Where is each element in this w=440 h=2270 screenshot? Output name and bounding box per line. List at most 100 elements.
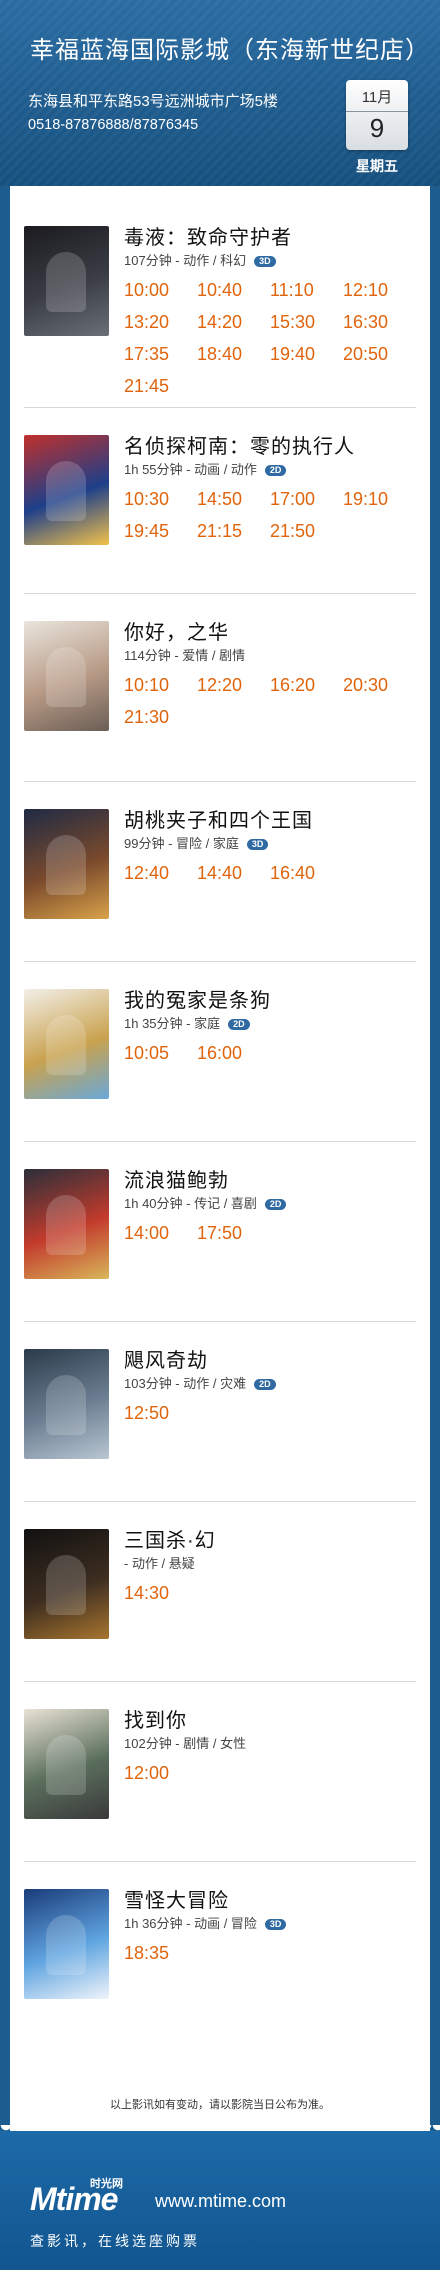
- poster-figure: [46, 461, 86, 521]
- movie-poster[interactable]: [24, 989, 109, 1099]
- footer-scallop-edge: [0, 2125, 440, 2137]
- showtime-link[interactable]: 18:35: [124, 1942, 197, 1964]
- showtime-link[interactable]: 14:50: [197, 488, 270, 510]
- showtime-link[interactable]: 20:50: [343, 343, 416, 365]
- poster-figure: [46, 1375, 86, 1435]
- movie-info: 我的冤家是条狗 1h 35分钟 - 家庭 2D 10:05 16:00: [124, 989, 416, 1064]
- showtime-link[interactable]: 14:40: [197, 862, 270, 884]
- movie-divider: [24, 407, 416, 408]
- movie-info: 雪怪大冒险 1h 36分钟 - 动画 / 冒险 3D 18:35: [124, 1889, 416, 1964]
- showtime-link[interactable]: 21:30: [124, 706, 197, 728]
- movie-duration-genre: 99分钟 - 冒险 / 家庭: [124, 836, 239, 851]
- showtime-link[interactable]: 10:00: [124, 279, 197, 301]
- movie-poster[interactable]: [24, 621, 109, 731]
- calendar-month: 11月: [361, 89, 393, 106]
- format-badge: 2D: [254, 1378, 276, 1390]
- movie-info: 找到你 102分钟 - 剧情 / 女性 12:00: [124, 1709, 416, 1784]
- showtime-link[interactable]: 16:20: [270, 674, 343, 696]
- cinema-address: 东海县和平东路53号远洲城市广场5楼: [28, 93, 279, 110]
- movie-info: 胡桃夹子和四个王国 99分钟 - 冒险 / 家庭 3D 12:40 14:40 16:40: [124, 809, 416, 884]
- movie-poster[interactable]: [24, 226, 109, 336]
- showtime-link[interactable]: 19:10: [343, 488, 416, 510]
- movie-poster[interactable]: [24, 1169, 109, 1279]
- movie-title[interactable]: 找到你: [124, 1709, 416, 1733]
- movie-poster[interactable]: [24, 1529, 109, 1639]
- movie-title[interactable]: 雪怪大冒险: [124, 1889, 416, 1913]
- movie-duration-genre: 102分钟 - 剧情 / 女性: [124, 1736, 247, 1751]
- movie-divider: [24, 1321, 416, 1322]
- showtime-link[interactable]: 12:00: [124, 1762, 197, 1784]
- poster-figure: [46, 1015, 86, 1075]
- showtime-link[interactable]: 10:30: [124, 488, 197, 510]
- showtime-grid: 12:00: [124, 1762, 416, 1784]
- site-url-link[interactable]: www.mtime.com: [155, 2191, 286, 2212]
- showtime-link[interactable]: 16:00: [197, 1042, 270, 1064]
- movie-divider: [24, 1141, 416, 1142]
- showtime-link[interactable]: 16:30: [343, 311, 416, 333]
- movie-title[interactable]: 流浪猫鲍勃: [124, 1169, 416, 1193]
- showtime-link[interactable]: 15:30: [270, 311, 343, 333]
- format-badge: 3D: [254, 255, 276, 267]
- poster-figure: [46, 1195, 86, 1255]
- showtime-link[interactable]: 14:30: [124, 1582, 197, 1604]
- format-badge: 3D: [246, 838, 269, 850]
- movie-divider: [24, 1501, 416, 1502]
- movie-title[interactable]: 飓风奇劫: [124, 1349, 416, 1373]
- movie-meta: 114分钟 - 爱情 / 剧情: [124, 648, 416, 664]
- movie-meta: 1h 55分钟 - 动画 / 动作 2D: [124, 462, 416, 478]
- movie-poster[interactable]: [24, 435, 109, 545]
- showtime-link[interactable]: 19:40: [270, 343, 343, 365]
- format-badge: 3D: [264, 1918, 287, 1930]
- showtime-link[interactable]: 21:45: [124, 375, 197, 397]
- showtime-link[interactable]: 19:45: [124, 520, 197, 542]
- movie-title[interactable]: 胡桃夹子和四个王国: [124, 809, 416, 833]
- movie-poster[interactable]: [24, 1889, 109, 1999]
- showtime-link[interactable]: 12:20: [197, 674, 270, 696]
- showtime-link[interactable]: 16:40: [270, 862, 343, 884]
- movie-duration-genre: 1h 36分钟 - 动画 / 冒险: [124, 1916, 257, 1931]
- movie-title[interactable]: 我的冤家是条狗: [124, 989, 416, 1013]
- showtime-grid: 14:30: [124, 1582, 416, 1604]
- movie-duration-genre: 1h 35分钟 - 家庭: [124, 1016, 221, 1031]
- showtime-link[interactable]: 20:30: [343, 674, 416, 696]
- movie-poster[interactable]: [24, 809, 109, 919]
- movie-title[interactable]: 毒液：致命守护者: [124, 226, 416, 250]
- cinema-phone: 0518-87876888/87876345: [28, 117, 199, 133]
- showtime-link[interactable]: 21:50: [270, 520, 343, 542]
- poster-figure: [46, 835, 86, 895]
- showtime-link[interactable]: 18:40: [197, 343, 270, 365]
- movie-title[interactable]: 三国杀·幻: [124, 1529, 416, 1553]
- movie-title[interactable]: 你好，之华: [124, 621, 416, 645]
- showtime-link[interactable]: 10:40: [197, 279, 270, 301]
- poster-figure: [46, 1555, 86, 1615]
- showtime-link[interactable]: 12:10: [343, 279, 416, 301]
- schedule-notice: 以上影讯如有变动，请以影院当日公布为准。: [110, 2099, 330, 2111]
- movie-poster[interactable]: [24, 1349, 109, 1459]
- movie-divider: [24, 1681, 416, 1682]
- showtime-link[interactable]: 11:10: [270, 279, 343, 301]
- movie-meta: 1h 36分钟 - 动画 / 冒险 3D: [124, 1916, 416, 1932]
- cinema-name: 幸福蓝海国际影城（东海新世纪店）: [30, 37, 430, 64]
- movie-meta: 103分钟 - 动作 / 灾难 2D: [124, 1376, 416, 1392]
- mtime-logo-cn: 时光网: [90, 2178, 123, 2190]
- showtime-grid: 18:35: [124, 1942, 416, 1964]
- showtime-link[interactable]: 14:20: [197, 311, 270, 333]
- showtime-link[interactable]: 13:20: [124, 311, 197, 333]
- movie-info: 飓风奇劫 103分钟 - 动作 / 灾难 2D 12:50: [124, 1349, 416, 1424]
- showtime-link[interactable]: 14:00: [124, 1222, 197, 1244]
- showtime-link[interactable]: 10:05: [124, 1042, 197, 1064]
- showtime-grid: 12:40 14:40 16:40: [124, 862, 416, 884]
- showtime-link[interactable]: 17:35: [124, 343, 197, 365]
- showtime-link[interactable]: 17:50: [197, 1222, 270, 1244]
- showtime-link[interactable]: 21:15: [197, 520, 270, 542]
- showtime-link[interactable]: 10:10: [124, 674, 197, 696]
- showtime-link[interactable]: 12:50: [124, 1402, 197, 1424]
- showtime-link[interactable]: 12:40: [124, 862, 197, 884]
- format-badge: 2D: [228, 1018, 250, 1030]
- movie-poster[interactable]: [24, 1709, 109, 1819]
- movie-divider: [24, 961, 416, 962]
- showtime-link[interactable]: 17:00: [270, 488, 343, 510]
- movie-title[interactable]: 名侦探柯南：零的执行人: [124, 435, 416, 459]
- movie-meta: 102分钟 - 剧情 / 女性: [124, 1736, 416, 1752]
- movie-meta: 107分钟 - 动作 / 科幻 3D: [124, 253, 416, 269]
